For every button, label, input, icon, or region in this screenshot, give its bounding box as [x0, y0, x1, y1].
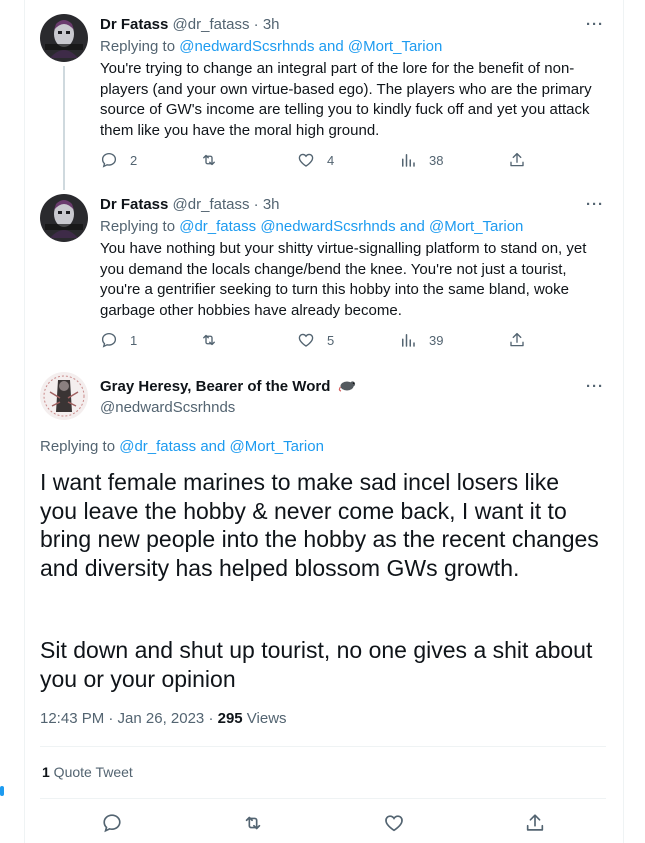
- share-icon: [510, 332, 524, 347]
- more-options-icon[interactable]: ···: [586, 378, 604, 395]
- tweet-body-paragraph-2: Sit down and shut up tourist, no one giv…: [40, 637, 593, 692]
- like-button[interactable]: 5: [297, 331, 334, 349]
- views-label: Views: [242, 710, 287, 727]
- author-handle-row: @nedwardScsrhnds: [100, 399, 235, 416]
- reply-icon: [101, 332, 117, 348]
- reply-count: 2: [130, 152, 138, 168]
- tweet-actions: 1 5 39: [100, 331, 540, 351]
- user-handle[interactable]: @dr_fatass: [173, 196, 250, 213]
- analytics-icon: [402, 154, 415, 167]
- replying-to: Replying to @dr_fatass @nedwardScsrhnds …: [100, 218, 523, 235]
- tweet-body-paragraph-1: I want female marines to make sad incel …: [40, 469, 599, 581]
- tweet-time[interactable]: 3h: [263, 16, 280, 33]
- tweet-text: You're trying to change an integral part…: [100, 60, 592, 139]
- divider: [40, 798, 606, 799]
- replying-to: Replying to @nedwardScsrhnds and @Mort_T…: [100, 38, 442, 55]
- share-icon: [510, 152, 524, 167]
- display-name[interactable]: Gray Heresy, Bearer of the Word: [100, 378, 330, 395]
- retweet-button[interactable]: [242, 812, 264, 839]
- retweet-icon: [245, 816, 261, 830]
- views-button[interactable]: 38: [399, 151, 443, 169]
- views-count: 39: [429, 332, 444, 348]
- rat-emoji-icon: [338, 381, 355, 392]
- quote-tweets-link[interactable]: 1 Quote Tweet: [42, 764, 133, 780]
- tweet-timestamp[interactable]: 12:43 PM · Jan 26, 2023 ·: [40, 710, 218, 727]
- avatar[interactable]: [40, 14, 88, 62]
- avatar-image: [40, 372, 88, 420]
- replying-prefix: Replying to: [100, 218, 180, 235]
- author-name-row: Gray Heresy, Bearer of the Word: [100, 378, 356, 395]
- thread-line: [63, 66, 65, 190]
- tweet-reply-2[interactable]: Dr Fatass @dr_fatass · 3h ··· Replying t…: [24, 180, 622, 360]
- heart-icon: [298, 333, 314, 347]
- reply-icon: [101, 152, 117, 168]
- views-button[interactable]: 39: [399, 331, 443, 349]
- tweet-header: Dr Fatass @dr_fatass · 3h: [100, 196, 280, 213]
- like-count: 5: [327, 332, 335, 348]
- like-button[interactable]: 4: [297, 151, 334, 169]
- more-options-icon[interactable]: ···: [586, 196, 604, 213]
- tweet-text: You have nothing but your shitty virtue-…: [100, 240, 587, 319]
- replying-prefix: Replying to: [100, 38, 180, 55]
- tweet-header: Dr Fatass @dr_fatass · 3h: [100, 16, 280, 33]
- share-button[interactable]: [524, 812, 546, 839]
- replying-prefix: Replying to: [40, 438, 120, 455]
- retweet-icon: [203, 334, 215, 346]
- replying-users-link[interactable]: @dr_fatass and @Mort_Tarion: [119, 438, 324, 455]
- user-handle[interactable]: @nedwardScsrhnds: [100, 399, 235, 416]
- avatar[interactable]: [40, 372, 88, 420]
- reply-count: 1: [130, 332, 138, 348]
- reply-icon: [103, 814, 121, 833]
- replying-users-link[interactable]: @nedwardScsrhnds and @Mort_Tarion: [179, 38, 442, 55]
- views-count: 38: [429, 152, 444, 168]
- share-button[interactable]: [508, 151, 538, 169]
- replying-users-link[interactable]: @dr_fatass @nedwardScsrhnds and @Mort_Ta…: [179, 218, 523, 235]
- display-name[interactable]: Dr Fatass: [100, 16, 168, 33]
- scroll-indicator: [0, 786, 4, 796]
- reply-button[interactable]: [101, 812, 123, 839]
- avatar[interactable]: [40, 194, 88, 242]
- share-icon: [526, 814, 544, 831]
- replying-to: Replying to @dr_fatass and @Mort_Tarion: [40, 438, 324, 455]
- tweet-meta: 12:43 PM · Jan 26, 2023 · 295 Views: [40, 710, 287, 727]
- retweet-button[interactable]: [200, 331, 230, 349]
- reply-button[interactable]: 2: [100, 151, 137, 169]
- divider: [40, 746, 606, 747]
- reply-button[interactable]: 1: [100, 331, 137, 349]
- retweet-button[interactable]: [200, 151, 230, 169]
- heart-icon: [385, 815, 403, 832]
- retweet-icon: [203, 154, 215, 166]
- tweet-reply-1[interactable]: Dr Fatass @dr_fatass · 3h ··· Replying t…: [24, 0, 622, 190]
- tweet-time[interactable]: 3h: [263, 196, 280, 213]
- avatar-image: [40, 194, 88, 242]
- more-options-icon[interactable]: ···: [586, 16, 604, 33]
- quote-label: Quote Tweet: [49, 764, 133, 780]
- views-count: 295: [217, 710, 243, 727]
- heart-icon: [298, 153, 314, 167]
- tweet-actions: 2 4 38: [100, 151, 540, 171]
- like-button[interactable]: [383, 812, 405, 839]
- analytics-icon: [402, 334, 415, 347]
- like-count: 4: [327, 152, 335, 168]
- display-name[interactable]: Dr Fatass: [100, 196, 168, 213]
- quote-count: 1: [42, 764, 50, 780]
- focused-tweet-actions: [24, 812, 622, 836]
- avatar-image: [40, 14, 88, 62]
- share-button[interactable]: [508, 331, 538, 349]
- user-handle[interactable]: @dr_fatass: [173, 16, 250, 33]
